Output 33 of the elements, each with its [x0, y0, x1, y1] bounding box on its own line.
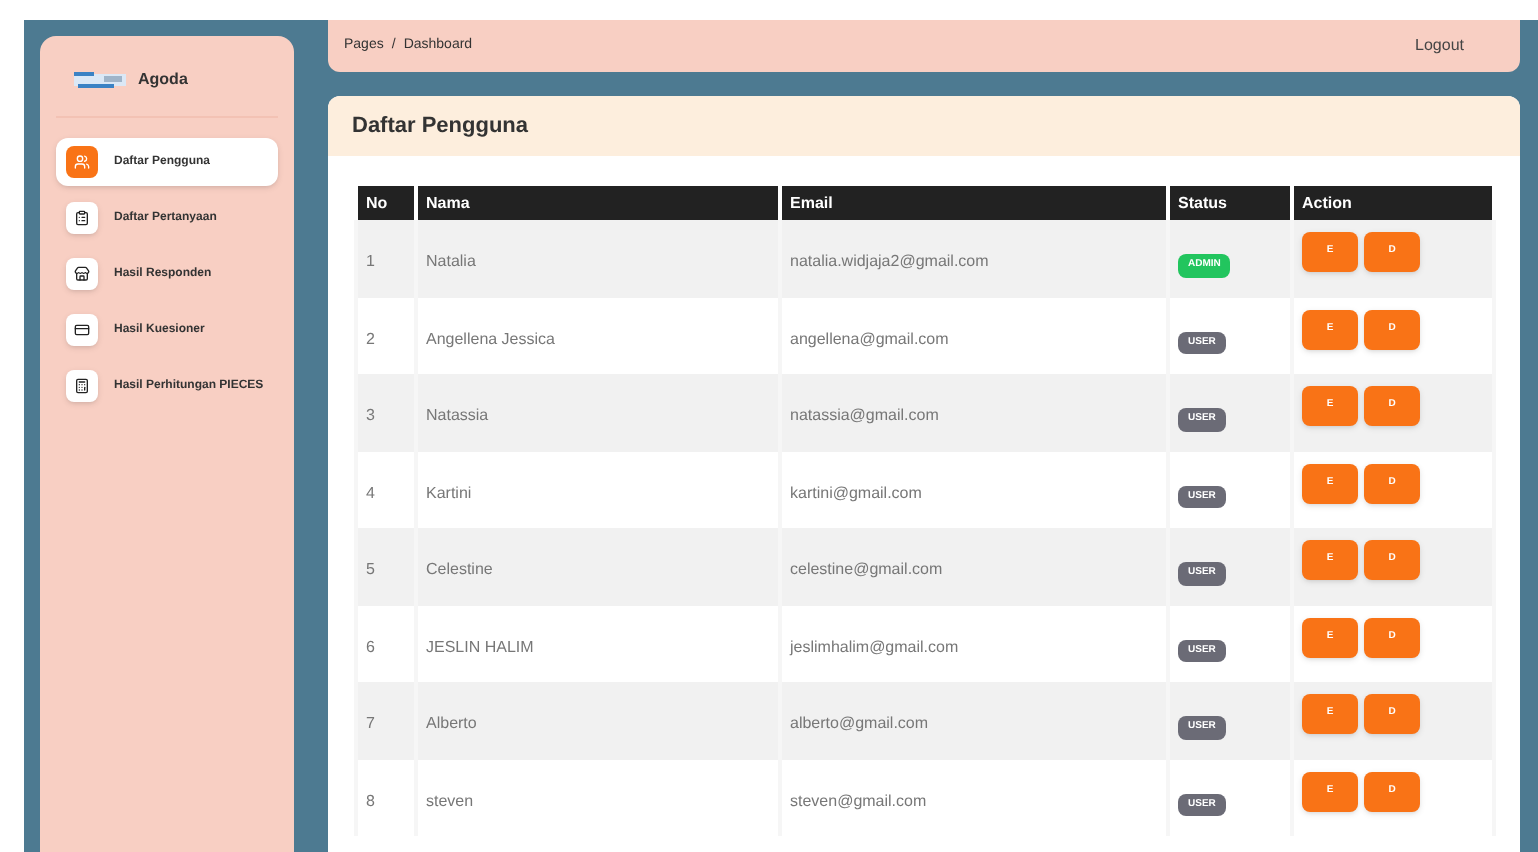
table-cell: 6 [366, 637, 375, 655]
users-icon [74, 154, 90, 170]
store-icon [74, 266, 90, 282]
table-cell: 1 [366, 252, 375, 270]
brand-name: Agoda [138, 68, 188, 92]
table-cell: 3 [366, 406, 375, 424]
table-cell: 2 [366, 329, 375, 347]
table-cell: Natalia [426, 252, 476, 270]
table-cell: Alberto [426, 714, 477, 732]
table-cell: 4 [366, 483, 375, 501]
table-cell: celestine@gmail.com [790, 560, 943, 578]
table-cell: steven@gmail.com [790, 791, 927, 809]
table-cell: kartini@gmail.com [790, 483, 922, 501]
logo-icon [74, 70, 126, 90]
table-cell: alberto@gmail.com [790, 714, 929, 732]
table-cell: 8 [366, 791, 375, 809]
table-cell: jeslimhalim@gmail.com [790, 637, 959, 655]
card-title: Daftar Pengguna [352, 111, 529, 142]
table-cell: angellena@gmail.com [790, 329, 949, 347]
table-cell: Celestine [426, 560, 493, 578]
table-cell: Kartini [426, 483, 472, 501]
table-cell: natalia.widjaja2@gmail.com [790, 252, 989, 270]
table-cell: 5 [366, 560, 375, 578]
table-cell: JESLIN HALIM [426, 637, 534, 655]
table-cell: Natassia [426, 406, 489, 424]
table-cell: steven [426, 791, 474, 809]
logout-link[interactable]: Logout [1415, 34, 1464, 58]
table-cell: 7 [366, 714, 375, 732]
calculator-icon [74, 378, 90, 394]
table-cell: Angellena Jessica [426, 329, 555, 347]
table-cell: natassia@gmail.com [790, 406, 939, 424]
card-icon [74, 322, 90, 338]
clipboard-icon [74, 210, 90, 226]
